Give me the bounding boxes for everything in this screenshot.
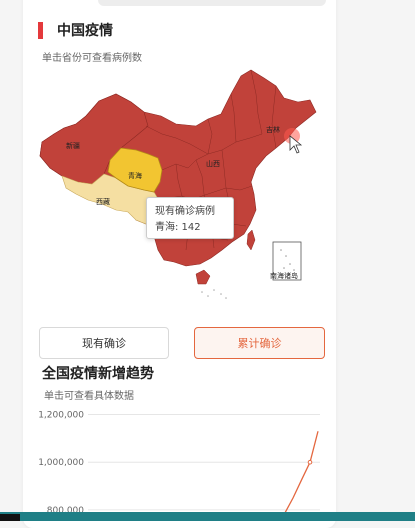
- taskbar-corner: [0, 514, 20, 521]
- trend-chart[interactable]: 800,000 1,000,000 1,200,000: [30, 405, 326, 515]
- trend-subtitle: 单击可查看具体数据: [44, 391, 134, 402]
- section-header: 中国疫情: [38, 20, 113, 40]
- map-tooltip: 现有确诊病例 青海: 142: [146, 197, 234, 239]
- map-coastal-dots: [201, 289, 227, 299]
- map-label-xizang: 西藏: [96, 197, 110, 206]
- trend-chart-svg[interactable]: 800,0001,000,0001,200,000: [30, 405, 326, 515]
- tooltip-value: 青海: 142: [155, 222, 201, 233]
- y-tick-label: 1,200,000: [38, 411, 84, 421]
- section-title: 中国疫情: [57, 23, 113, 39]
- map-label-jilin: 吉林: [266, 125, 280, 134]
- china-map[interactable]: 新疆 西藏 青海 四川 山西 吉林 南海诸岛: [36, 64, 326, 314]
- map-label-nanhai: 南海诸岛: [270, 271, 298, 280]
- top-strip: [98, 0, 326, 6]
- title-accent-bar: [38, 21, 43, 39]
- tab-current-confirmed[interactable]: 现有确诊: [39, 327, 169, 359]
- china-map-svg[interactable]: 新疆 西藏 青海 四川 山西 吉林 南海诸岛: [36, 64, 326, 314]
- tab-total-confirmed[interactable]: 累计确诊: [194, 327, 325, 359]
- trend-title: 全国疫情新增趋势: [42, 366, 154, 382]
- tooltip-title: 现有确诊病例: [155, 206, 215, 217]
- map-label-shanxi: 山西: [206, 159, 220, 168]
- trend-series-line[interactable]: [274, 431, 319, 515]
- map-province-taiwan[interactable]: [246, 229, 256, 251]
- south-china-sea-islands: [280, 249, 295, 271]
- map-label-xinjiang: 新疆: [66, 141, 80, 150]
- bottom-taskbar: [0, 512, 415, 521]
- section-subtitle: 单击省份可查看病例数: [42, 53, 142, 64]
- map-province-hainan[interactable]: [195, 269, 211, 285]
- y-tick-label: 1,000,000: [38, 458, 84, 468]
- map-label-qinghai: 青海: [128, 171, 142, 180]
- trend-point[interactable]: [307, 459, 313, 465]
